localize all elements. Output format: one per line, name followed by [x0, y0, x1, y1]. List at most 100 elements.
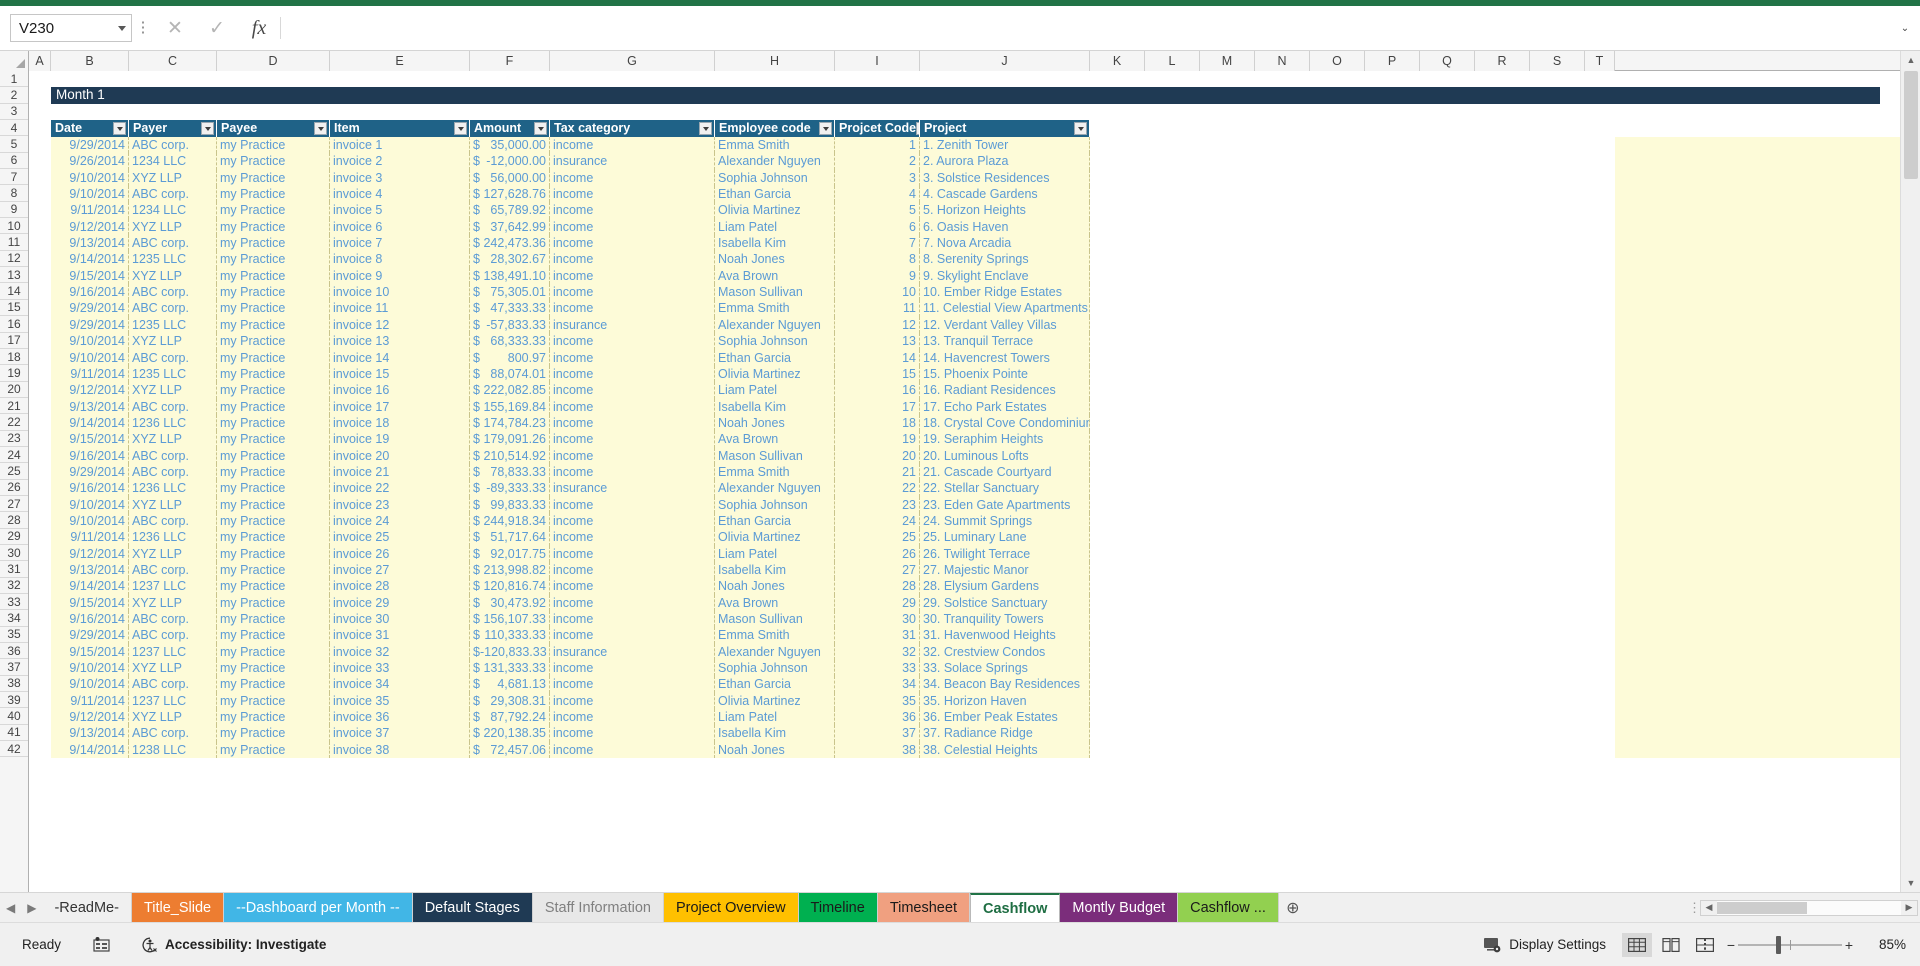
cell[interactable]	[1255, 431, 1310, 448]
cell[interactable]	[1420, 153, 1475, 170]
cell[interactable]	[29, 545, 51, 562]
cell[interactable]	[1200, 643, 1255, 661]
row-header-6[interactable]: 6	[0, 153, 28, 170]
cell-date[interactable]: 9/13/2014	[51, 561, 129, 579]
cell-date[interactable]: 9/10/2014	[51, 333, 129, 350]
cell[interactable]	[1420, 496, 1475, 513]
cell-tax[interactable]: insurance	[550, 153, 715, 170]
cell[interactable]	[1585, 578, 1615, 595]
cell-employee[interactable]: Sophia Johnson	[715, 169, 835, 187]
cell[interactable]	[1585, 676, 1615, 693]
cell-payer[interactable]: ABC corp.	[129, 300, 217, 317]
cell[interactable]	[1090, 643, 1145, 661]
cell[interactable]	[1530, 709, 1585, 726]
cell[interactable]	[1530, 447, 1585, 464]
cell-date[interactable]: 9/10/2014	[51, 512, 129, 530]
next-sheet-icon[interactable]: ▶	[27, 901, 36, 915]
cell[interactable]	[1145, 594, 1200, 611]
cell-item[interactable]: invoice 17	[330, 398, 470, 415]
cell[interactable]	[1365, 153, 1420, 170]
cell[interactable]	[550, 104, 715, 120]
cell-amount[interactable]: $127,628.76	[470, 186, 550, 203]
cell[interactable]	[1145, 480, 1200, 497]
cell-project[interactable]: 26. Twilight Terrace	[920, 545, 1090, 562]
cell-item[interactable]: invoice 7	[330, 235, 470, 252]
column-header-H[interactable]: H	[715, 51, 835, 71]
cell[interactable]	[1585, 692, 1615, 710]
cell[interactable]	[1475, 365, 1530, 383]
cell[interactable]	[1310, 202, 1365, 219]
table-row[interactable]: 9/15/2014 1237 LLC my Practice invoice 32 $ -…	[29, 643, 1900, 661]
cell-code[interactable]: 24	[835, 512, 920, 530]
cell[interactable]	[1475, 218, 1530, 236]
cell[interactable]	[1145, 463, 1200, 481]
cell-payer[interactable]: ABC corp.	[129, 725, 217, 742]
cell[interactable]	[1530, 725, 1585, 742]
cell-payer[interactable]: 1237 LLC	[129, 692, 217, 710]
cell[interactable]	[1090, 267, 1145, 285]
cell-date[interactable]: 9/12/2014	[51, 382, 129, 399]
cell[interactable]	[29, 300, 51, 317]
cell[interactable]	[1530, 594, 1585, 611]
cell-amount[interactable]: $138,491.10	[470, 267, 550, 285]
cell[interactable]	[1530, 382, 1585, 399]
cell[interactable]	[1530, 741, 1585, 759]
cell[interactable]	[1310, 169, 1365, 187]
cell[interactable]	[1420, 692, 1475, 710]
cell[interactable]	[1310, 153, 1365, 170]
cell[interactable]	[1255, 545, 1310, 562]
cell-payer[interactable]: ABC corp.	[129, 137, 217, 154]
sheet-tab[interactable]: Timesheet	[877, 893, 970, 923]
cell-date[interactable]: 9/11/2014	[51, 365, 129, 383]
cell-code[interactable]: 3	[835, 169, 920, 187]
cell-code[interactable]: 15	[835, 365, 920, 383]
cell[interactable]	[715, 71, 835, 87]
cell-employee[interactable]: Alexander Nguyen	[715, 153, 835, 170]
cell[interactable]	[1310, 365, 1365, 383]
cell[interactable]	[1530, 137, 1585, 154]
cell[interactable]	[1365, 692, 1420, 710]
cell-employee[interactable]: Noah Jones	[715, 414, 835, 432]
cell[interactable]	[29, 431, 51, 448]
cell-amount[interactable]: $ -57,833.33	[470, 316, 550, 334]
cell[interactable]	[1255, 349, 1310, 366]
cell-project[interactable]: 9. Skylight Enclave	[920, 267, 1090, 285]
table-row[interactable]: 9/10/2014 ABC corp. my Practice invoice 34 $…	[29, 676, 1900, 693]
formula-input[interactable]	[287, 14, 1894, 42]
cell-date[interactable]: 9/11/2014	[51, 529, 129, 546]
cell[interactable]	[1145, 627, 1200, 644]
cell-payee[interactable]: my Practice	[217, 660, 330, 677]
cell-project[interactable]: 15. Phoenix Pointe	[920, 365, 1090, 383]
table-row[interactable]: 9/12/2014 XYZ LLP my Practice invoice 6 $37,…	[29, 218, 1900, 236]
table-row[interactable]: 9/16/2014 ABC corp. my Practice invoice 30 $…	[29, 611, 1900, 628]
cell-employee[interactable]: Olivia Martinez	[715, 692, 835, 710]
column-header-M[interactable]: M	[1200, 51, 1255, 71]
cell[interactable]	[1255, 284, 1310, 301]
cell[interactable]	[1200, 333, 1255, 350]
table-row[interactable]: 9/10/2014 XYZ LLP my Practice invoice 3 $56,…	[29, 169, 1900, 187]
row-header-42[interactable]: 42	[0, 741, 28, 758]
cell-item[interactable]: invoice 29	[330, 594, 470, 611]
cell[interactable]	[1090, 349, 1145, 366]
cell-payee[interactable]: my Practice	[217, 414, 330, 432]
cell-payer[interactable]: XYZ LLP	[129, 218, 217, 236]
cell-amount[interactable]: $110,333.33	[470, 627, 550, 644]
cell[interactable]	[1475, 709, 1530, 726]
cell-payee[interactable]: my Practice	[217, 300, 330, 317]
cell[interactable]	[1475, 104, 1530, 120]
table-row[interactable]: 9/10/2014 XYZ LLP my Practice invoice 33 $13…	[29, 660, 1900, 677]
column-filter-header[interactable]: Project	[920, 120, 1090, 138]
cell-item[interactable]: invoice 28	[330, 578, 470, 595]
cell[interactable]	[1310, 431, 1365, 448]
cell[interactable]	[1200, 316, 1255, 334]
cell-date[interactable]: 9/15/2014	[51, 431, 129, 448]
cell[interactable]	[1420, 382, 1475, 399]
sheet-tab[interactable]: Montly Budget	[1060, 893, 1179, 923]
cell-employee[interactable]: Noah Jones	[715, 741, 835, 759]
grid-row-1[interactable]	[29, 71, 1900, 87]
cell-payer[interactable]: 1238 LLC	[129, 741, 217, 759]
cell-project[interactable]: 25. Luminary Lane	[920, 529, 1090, 546]
cell-item[interactable]: invoice 18	[330, 414, 470, 432]
cell[interactable]	[1200, 660, 1255, 677]
cell-amount[interactable]: $37,642.99	[470, 218, 550, 236]
